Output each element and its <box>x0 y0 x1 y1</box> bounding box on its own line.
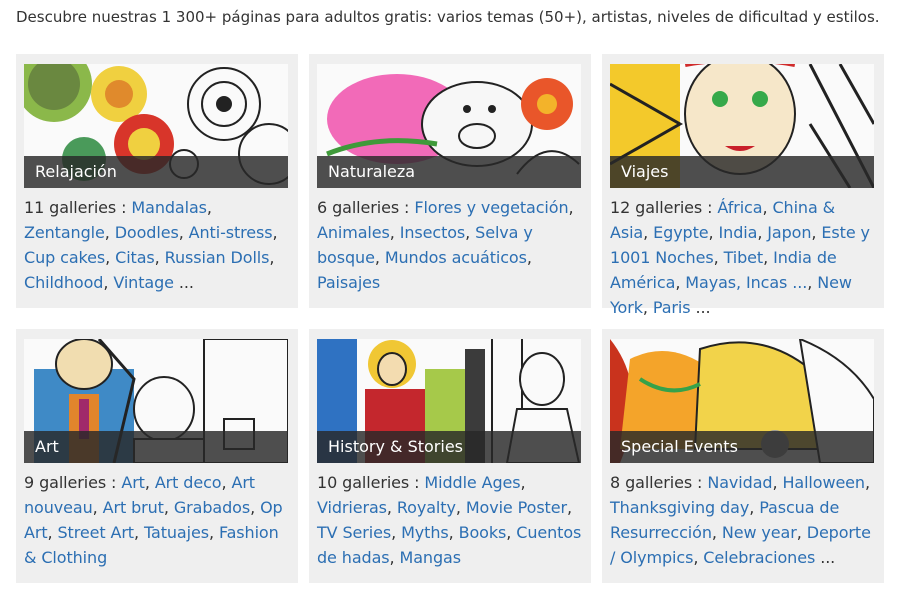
gallery-link[interactable]: Halloween <box>782 473 865 492</box>
gallery-link[interactable]: Art <box>121 473 145 492</box>
gallery-link[interactable]: África <box>717 198 762 217</box>
gallery-link[interactable]: Mangas <box>400 548 462 567</box>
gallery-link[interactable]: Tatuajes <box>144 523 209 542</box>
gallery-link[interactable]: Vidrieras <box>317 498 387 517</box>
category-card-relajacion: Relajación 11 galleries : Mandalas, Zent… <box>16 54 298 308</box>
gallery-link[interactable]: Flores y vegetación <box>414 198 568 217</box>
gallery-link[interactable]: Celebraciones <box>703 548 815 567</box>
intro-text: Descubre nuestras 1 300+ páginas para ad… <box>16 8 880 26</box>
category-title[interactable]: Art <box>24 431 288 463</box>
category-title[interactable]: History & Stories <box>317 431 581 463</box>
category-title[interactable]: Viajes <box>610 156 874 188</box>
more-ellipsis: ... <box>695 298 711 317</box>
gallery-link[interactable]: Street Art <box>57 523 134 542</box>
gallery-link[interactable]: Paisajes <box>317 273 380 292</box>
gallery-link[interactable]: India <box>719 223 758 242</box>
gallery-link[interactable]: Childhood <box>24 273 103 292</box>
gallery-link[interactable]: Myths <box>401 523 449 542</box>
gallery-link[interactable]: Cup cakes <box>24 248 105 267</box>
gallery-link[interactable]: Doodles <box>115 223 179 242</box>
gallery-link[interactable]: Vintage <box>113 273 174 292</box>
category-title[interactable]: Relajación <box>24 156 288 188</box>
gallery-link[interactable]: Art brut <box>103 498 164 517</box>
gallery-link[interactable]: Animales <box>317 223 390 242</box>
gallery-link[interactable]: Japon <box>767 223 811 242</box>
category-description: 10 galleries : Middle Ages, Vidrieras, R… <box>317 473 582 567</box>
more-ellipsis: ... <box>820 548 836 567</box>
gallery-link[interactable]: Anti-stress <box>189 223 273 242</box>
gallery-count: 10 galleries : <box>317 473 420 492</box>
gallery-link[interactable]: TV Series <box>317 523 391 542</box>
gallery-link[interactable]: Thanksgiving day <box>610 498 749 517</box>
gallery-link[interactable]: Tibet <box>724 248 764 267</box>
category-description: 9 galleries : Art, Art deco, Art nouveau… <box>24 473 283 567</box>
gallery-count: 6 galleries : <box>317 198 410 217</box>
gallery-count: 11 galleries : <box>24 198 127 217</box>
category-image-art[interactable]: Art <box>24 339 288 463</box>
gallery-link[interactable]: Citas <box>115 248 155 267</box>
gallery-link[interactable]: Mundos acuáticos <box>385 248 527 267</box>
gallery-link[interactable]: Mayas, Incas ... <box>685 273 807 292</box>
category-title[interactable]: Special Events <box>610 431 874 463</box>
category-image-special-events[interactable]: Special Events <box>610 339 874 463</box>
category-image-history[interactable]: History & Stories <box>317 339 581 463</box>
gallery-link[interactable]: Middle Ages <box>424 473 520 492</box>
category-card-special-events: Special Events 8 galleries : Navidad, Ha… <box>602 329 884 583</box>
category-card-art: Art 9 galleries : Art, Art deco, Art nou… <box>16 329 298 583</box>
gallery-count: 9 galleries : <box>24 473 117 492</box>
gallery-link[interactable]: Royalty <box>397 498 456 517</box>
category-image-relajacion[interactable]: Relajación <box>24 64 288 188</box>
gallery-link[interactable]: Russian Dolls <box>165 248 270 267</box>
gallery-count: 12 galleries : <box>610 198 713 217</box>
category-card-naturaleza: Naturaleza 6 galleries : Flores y vegeta… <box>309 54 591 308</box>
gallery-link[interactable]: Mandalas <box>131 198 207 217</box>
more-ellipsis: ... <box>178 273 194 292</box>
gallery-link[interactable]: Paris <box>653 298 691 317</box>
gallery-link[interactable]: Books <box>459 523 507 542</box>
category-description: 6 galleries : Flores y vegetación, Anima… <box>317 198 574 292</box>
category-description: 8 galleries : Navidad, Halloween, Thanks… <box>610 473 871 567</box>
category-title[interactable]: Naturaleza <box>317 156 581 188</box>
category-image-naturaleza[interactable]: Naturaleza <box>317 64 581 188</box>
gallery-count: 8 galleries : <box>610 473 703 492</box>
gallery-link[interactable]: Navidad <box>707 473 772 492</box>
gallery-link[interactable]: Zentangle <box>24 223 105 242</box>
category-description: 11 galleries : Mandalas, Zentangle, Dood… <box>24 198 278 292</box>
gallery-link[interactable]: New year <box>722 523 797 542</box>
gallery-link[interactable]: Grabados <box>174 498 250 517</box>
category-image-viajes[interactable]: Viajes <box>610 64 874 188</box>
gallery-link[interactable]: Insectos <box>400 223 466 242</box>
gallery-link[interactable]: Movie Poster <box>466 498 567 517</box>
category-card-history: History & Stories 10 galleries : Middle … <box>309 329 591 583</box>
category-card-viajes: Viajes 12 galleries : África, China & As… <box>602 54 884 317</box>
gallery-link[interactable]: Egypte <box>653 223 709 242</box>
category-description: 12 galleries : África, China & Asia, Egy… <box>610 198 870 317</box>
gallery-link[interactable]: Art deco <box>155 473 222 492</box>
